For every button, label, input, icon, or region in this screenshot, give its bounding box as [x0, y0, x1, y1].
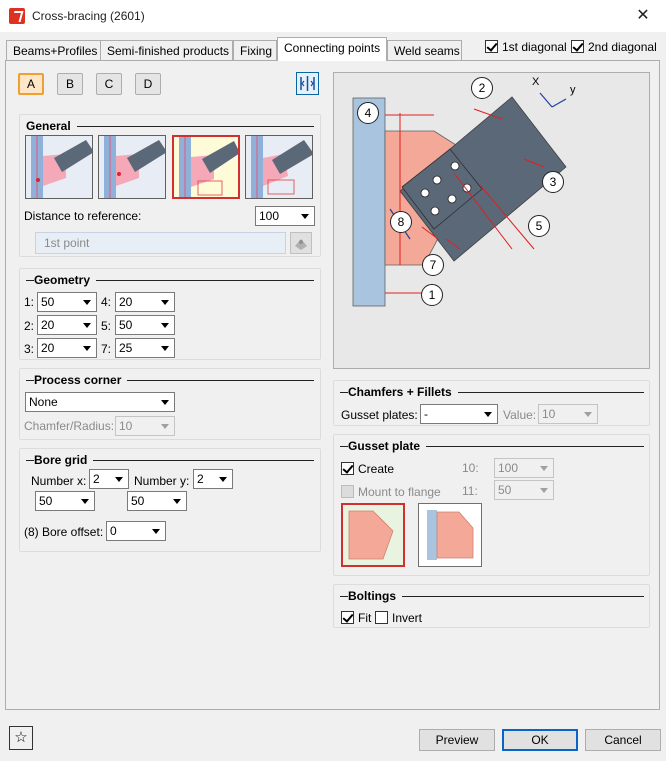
connection-type-4-thumb[interactable] [245, 135, 313, 199]
geometry-select-4[interactable]: 20 [115, 292, 175, 312]
number-y-select[interactable]: 2 [193, 469, 233, 489]
diagram-axis-x: X [532, 76, 540, 88]
gusset-shape-1-button[interactable] [341, 503, 405, 567]
geometry-label-4: 4: [101, 295, 112, 309]
pick-point-icon [295, 239, 307, 250]
close-button[interactable]: ✕ [628, 4, 658, 28]
cancel-button[interactable]: Cancel [585, 729, 661, 751]
fit-label: Fit [358, 611, 372, 625]
process-corner-title: Process corner [34, 373, 128, 387]
chamfers-fillets-title: Chamfers + Fillets [348, 385, 458, 399]
bore-offset-select[interactable]: 0 [106, 521, 166, 541]
connection-diagram-svg [352, 92, 567, 307]
connection-preview-diagram: X y [333, 72, 650, 369]
chamfer-radius-label: Chamfer/Radius: [24, 419, 115, 433]
process-corner-select[interactable]: None [25, 392, 175, 412]
gusset-plate-title: Gusset plate [348, 439, 427, 453]
diagram-callout-1: 1 [421, 284, 443, 306]
gusset-shape-1-icon [348, 510, 394, 560]
preview-button[interactable]: Preview [419, 729, 495, 751]
app-logo-icon [9, 8, 25, 24]
gusset-plates-label: Gusset plates: [341, 408, 418, 422]
mount-to-flange-checkbox[interactable] [341, 485, 354, 498]
geometry-select-3[interactable]: 20 [37, 338, 97, 358]
number-x-label: Number x: [31, 474, 87, 488]
bore-offset-label: (8) Bore offset: [24, 525, 104, 539]
chamfer-value-label: Value: [503, 408, 537, 422]
tab-fixing[interactable]: Fixing [233, 40, 277, 60]
connection-type-4-icon [251, 136, 312, 198]
create-label: Create [358, 462, 395, 476]
field-11-select[interactable]: 50 [494, 480, 554, 500]
bore-spacing-y-select[interactable]: 50 [127, 491, 187, 511]
geometry-label-3: 3: [24, 342, 35, 356]
mirror-icon [300, 76, 315, 91]
tab-weld-seams[interactable]: Weld seams [387, 40, 462, 60]
star-icon: ☆ [14, 729, 28, 746]
mirror-button[interactable] [296, 72, 319, 95]
geometry-select-7[interactable]: 25 [115, 338, 175, 358]
connection-type-3-icon [179, 137, 238, 197]
diagram-callout-2: 2 [471, 77, 493, 99]
invert-checkbox[interactable] [375, 611, 388, 624]
general-title: General [26, 119, 77, 133]
connection-type-2-thumb[interactable] [98, 135, 166, 199]
connection-type-3-thumb[interactable] [172, 135, 240, 199]
variant-d-button[interactable]: D [135, 73, 161, 95]
bore-spacing-x-select[interactable]: 50 [35, 491, 95, 511]
create-checkbox[interactable] [341, 462, 354, 475]
connection-type-1-icon [31, 136, 92, 198]
field-10-label: 10: [462, 461, 479, 475]
connection-type-1-thumb[interactable] [25, 135, 93, 199]
gusset-plates-select[interactable]: - [420, 404, 498, 424]
favorites-star-button[interactable]: ☆ [9, 726, 33, 750]
pick-point-button[interactable] [290, 232, 312, 254]
variant-b-button[interactable]: B [57, 73, 83, 95]
distance-to-reference-select[interactable]: 100 [255, 206, 315, 226]
number-x-select[interactable]: 2 [89, 469, 129, 489]
bore-grid-title: Bore grid [34, 453, 94, 467]
chamfer-radius-select[interactable]: 10 [115, 416, 175, 436]
field-11-label: 11: [462, 484, 478, 498]
field-10-select[interactable]: 100 [494, 458, 554, 478]
geometry-label-1: 1: [24, 295, 35, 309]
ok-button[interactable]: OK [502, 729, 578, 751]
diagram-callout-3: 3 [542, 171, 564, 193]
variant-c-button[interactable]: C [96, 73, 122, 95]
first-diagonal-label: 1st diagonal [502, 40, 567, 54]
gusset-shape-2-icon [427, 510, 474, 560]
boltings-title: Boltings [348, 589, 402, 603]
diagram-callout-5: 5 [528, 215, 550, 237]
geometry-select-2[interactable]: 20 [37, 315, 97, 335]
distance-to-reference-label: Distance to reference: [24, 209, 142, 223]
geometry-label-2: 2: [24, 319, 35, 333]
tab-beams-profiles[interactable]: Beams+Profiles [6, 40, 101, 60]
diagram-axis-y: y [570, 84, 576, 96]
geometry-label-5: 5: [101, 319, 112, 333]
invert-label: Invert [392, 611, 423, 625]
fit-checkbox[interactable] [341, 611, 354, 624]
second-diagonal-label: 2nd diagonal [588, 40, 657, 54]
geometry-select-5[interactable]: 50 [115, 315, 175, 335]
diagram-callout-4: 4 [357, 102, 379, 124]
gusset-shape-2-button[interactable] [418, 503, 482, 567]
diagram-callout-8: 8 [390, 211, 412, 233]
number-y-label: Number y: [134, 474, 190, 488]
first-point-input[interactable]: 1st point [35, 232, 286, 254]
diagram-callout-7: 7 [422, 254, 444, 276]
window-title: Cross-bracing (2601) [32, 9, 145, 23]
tab-connecting-points[interactable]: Connecting points [277, 37, 387, 61]
geometry-select-1[interactable]: 50 [37, 292, 97, 312]
geometry-label-7: 7: [101, 342, 112, 356]
geometry-title: Geometry [34, 273, 97, 287]
variant-a-button[interactable]: A [18, 73, 44, 95]
chamfer-value-select[interactable]: 10 [538, 404, 598, 424]
tab-semi-finished-products[interactable]: Semi-finished products [100, 40, 233, 60]
connection-type-2-icon [104, 136, 165, 198]
second-diagonal-checkbox[interactable] [571, 40, 584, 53]
mount-to-flange-label: Mount to flange [358, 485, 441, 499]
first-diagonal-checkbox[interactable] [485, 40, 498, 53]
